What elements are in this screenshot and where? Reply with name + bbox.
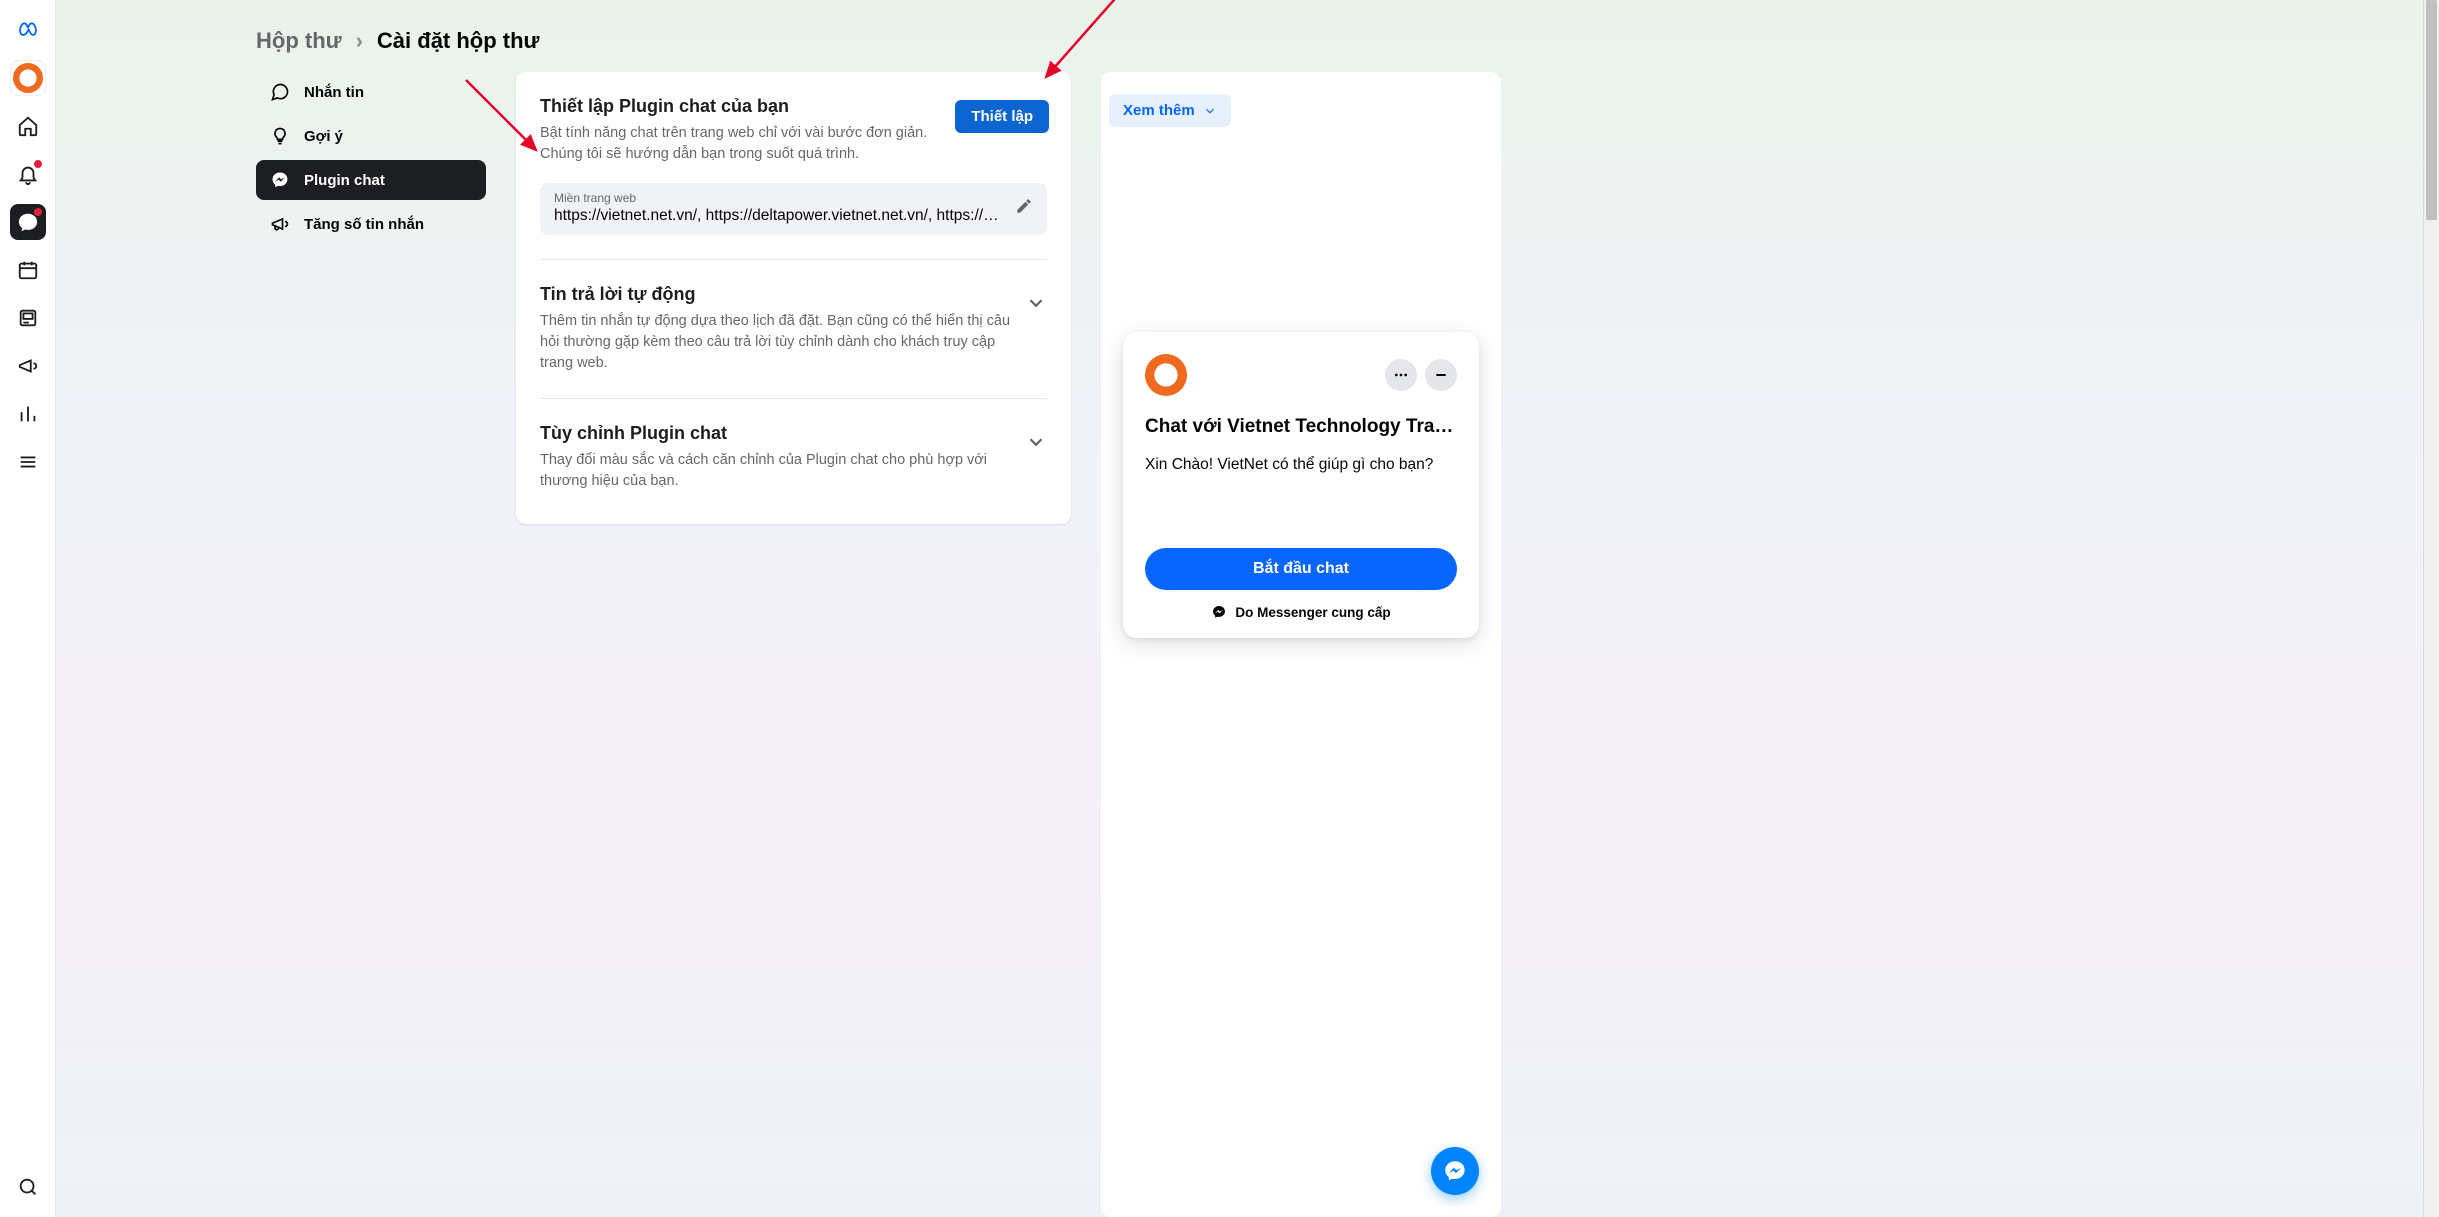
messenger-icon xyxy=(1442,1158,1468,1184)
messenger-fab[interactable] xyxy=(1431,1147,1479,1195)
minus-icon xyxy=(1433,367,1449,383)
vertical-scrollbar[interactable] xyxy=(2423,0,2439,1217)
nav-insights[interactable] xyxy=(10,396,46,432)
setup-title: Thiết lập Plugin chat của bạn xyxy=(540,96,941,117)
notification-dot-icon xyxy=(34,160,42,168)
page-avatar[interactable] xyxy=(10,60,46,96)
view-more-label: Xem thêm xyxy=(1123,102,1195,119)
chat-avatar xyxy=(1145,354,1187,396)
auto-reply-description: Thêm tin nhắn tự động dựa theo lịch đã đ… xyxy=(540,311,1011,374)
chevron-down-icon[interactable] xyxy=(1025,431,1047,458)
breadcrumb-parent[interactable]: Hộp thư xyxy=(256,28,342,54)
chevron-right-icon: › xyxy=(356,28,363,54)
customize-description: Thay đổi màu sắc và cách căn chỉnh của P… xyxy=(540,450,1011,492)
nav-home[interactable] xyxy=(10,108,46,144)
nav-ads[interactable] xyxy=(10,348,46,384)
breadcrumb-current: Cài đặt hộp thư xyxy=(377,28,540,54)
submenu-label: Plugin chat xyxy=(304,172,385,189)
ellipsis-icon xyxy=(1393,367,1409,383)
domain-value: https://vietnet.net.vn/, https://deltapo… xyxy=(554,207,1005,225)
nav-content[interactable] xyxy=(10,300,46,336)
messenger-icon xyxy=(270,170,290,190)
customize-section: Tùy chỉnh Plugin chat Thay đổi màu sắc v… xyxy=(540,423,1047,516)
global-nav-rail xyxy=(0,0,56,1217)
setup-section: Thiết lập Plugin chat của bạn Bật tính n… xyxy=(540,96,1047,260)
scrollbar-thumb[interactable] xyxy=(2426,0,2437,220)
inbox-dot-icon xyxy=(34,208,42,216)
submenu-label: Gợi ý xyxy=(304,128,343,145)
setup-button[interactable]: Thiết lập xyxy=(955,100,1049,133)
auto-reply-title: Tin trả lời tự động xyxy=(540,284,1011,305)
nav-inbox[interactable] xyxy=(10,204,46,240)
megaphone-icon xyxy=(270,214,290,234)
submenu-item-chat-plugin[interactable]: Plugin chat xyxy=(256,160,486,200)
breadcrumb: Hộp thư › Cài đặt hộp thư xyxy=(56,0,2423,72)
chat-greeting: Xin Chào! VietNet có thể giúp gì cho bạn… xyxy=(1145,456,1457,474)
chat-title: Chat với Vietnet Technology Tradi... xyxy=(1145,416,1457,438)
domain-field[interactable]: Miền trang web https://vietnet.net.vn/, … xyxy=(540,183,1047,235)
chevron-down-icon[interactable] xyxy=(1025,292,1047,319)
submenu-item-boost[interactable]: Tăng số tin nhắn xyxy=(256,204,486,244)
submenu-label: Nhắn tin xyxy=(304,84,364,101)
chat-bubble-icon xyxy=(270,82,290,102)
messenger-icon xyxy=(1211,604,1227,620)
more-options-button[interactable] xyxy=(1385,359,1417,391)
page-avatar-text xyxy=(13,63,43,93)
chat-plugin-settings-card: Thiết lập Plugin chat của bạn Bật tính n… xyxy=(516,72,1071,524)
chat-footer: Do Messenger cung cấp xyxy=(1145,604,1457,620)
chat-footer-text: Do Messenger cung cấp xyxy=(1235,605,1390,620)
submenu-item-suggestions[interactable]: Gợi ý xyxy=(256,116,486,156)
meta-logo[interactable] xyxy=(10,12,46,48)
minimize-button[interactable] xyxy=(1425,359,1457,391)
setup-description: Bật tính năng chat trên trang web chỉ vớ… xyxy=(540,123,941,165)
pencil-icon[interactable] xyxy=(1015,197,1033,220)
view-more-button[interactable]: Xem thêm xyxy=(1109,94,1231,127)
plugin-preview-panel: Xem thêm Chat với Vietnet Tech xyxy=(1101,72,1501,1217)
nav-notifications[interactable] xyxy=(10,156,46,192)
customize-title: Tùy chỉnh Plugin chat xyxy=(540,423,1011,444)
chat-plugin-preview: Chat với Vietnet Technology Tradi... Xin… xyxy=(1123,332,1479,638)
start-chat-button[interactable]: Bắt đầu chat xyxy=(1145,548,1457,590)
nav-planner[interactable] xyxy=(10,252,46,288)
lightbulb-icon xyxy=(270,126,290,146)
nav-menu[interactable] xyxy=(10,444,46,480)
auto-reply-section: Tin trả lời tự động Thêm tin nhắn tự độn… xyxy=(540,284,1047,399)
chevron-down-icon xyxy=(1203,104,1217,118)
domain-label: Miền trang web xyxy=(554,191,1005,205)
submenu-label: Tăng số tin nhắn xyxy=(304,216,424,233)
settings-submenu: Nhắn tin Gợi ý Plugin chat Tăng số tin n… xyxy=(256,72,486,244)
nav-search[interactable] xyxy=(10,1169,46,1205)
submenu-item-messaging[interactable]: Nhắn tin xyxy=(256,72,486,112)
